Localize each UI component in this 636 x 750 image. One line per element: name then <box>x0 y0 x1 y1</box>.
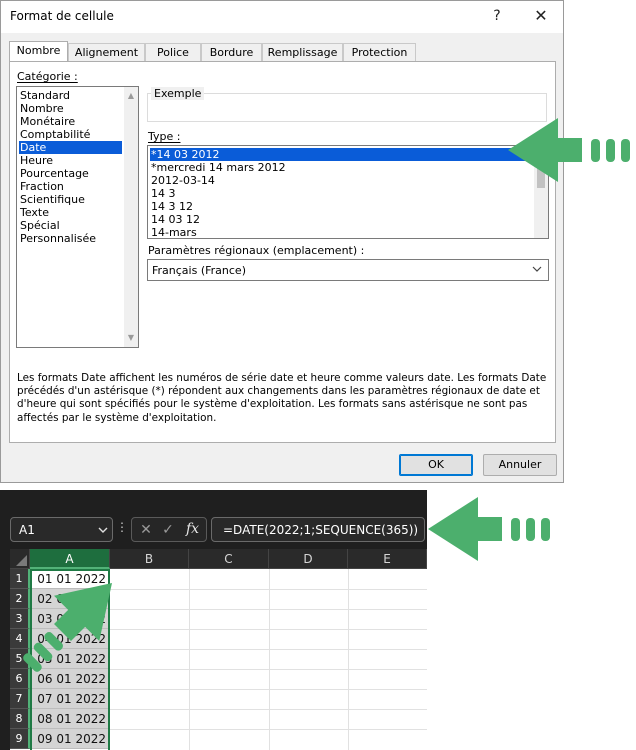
category-item[interactable]: Heure <box>19 154 122 167</box>
category-item[interactable]: Spécial <box>19 219 122 232</box>
row-header[interactable]: 8 <box>10 709 30 729</box>
type-scroll-thumb[interactable] <box>537 150 545 188</box>
name-box-value: A1 <box>19 523 35 537</box>
cell-a[interactable]: 03 01 2022 <box>30 609 109 629</box>
type-item[interactable]: *mercredi 14 mars 2012 <box>150 161 533 174</box>
tab-police[interactable]: Police <box>145 43 201 62</box>
ok-button[interactable]: OK <box>399 454 473 476</box>
locale-combobox[interactable]: Français (France) <box>147 259 549 281</box>
spreadsheet-grid: A B C D E 1 2 3 4 5 6 7 8 9 01 01 2022 0… <box>10 549 427 750</box>
dialog-title: Format de cellule <box>10 9 114 23</box>
type-listbox[interactable]: *14 03 2012 *mercredi 14 mars 2012 2012-… <box>147 145 549 239</box>
type-item[interactable]: 14-mars <box>150 226 533 238</box>
dialog-titlebar: Format de cellule ? ✕ <box>1 1 563 33</box>
type-item[interactable]: 14 3 <box>150 187 533 200</box>
type-item[interactable]: 14 03 12 <box>150 213 533 226</box>
chevron-down-icon[interactable] <box>532 262 542 276</box>
sample-groupbox <box>147 93 547 122</box>
tab-alignement[interactable]: Alignement <box>68 43 145 62</box>
row-header[interactable]: 1 <box>10 569 30 589</box>
row-header[interactable]: 6 <box>10 669 30 689</box>
type-item[interactable]: 2012-03-14 <box>150 174 533 187</box>
insert-function-icon[interactable]: fx <box>186 521 199 537</box>
column-header-d[interactable]: D <box>269 549 348 569</box>
tab-bordure[interactable]: Bordure <box>201 43 262 62</box>
confirm-entry-icon[interactable]: ✓ <box>160 522 176 538</box>
format-description: Les formats Date affichent les numéros d… <box>17 372 547 424</box>
category-label: Catégorie : <box>17 70 78 83</box>
category-item[interactable]: Personnalisée <box>19 232 122 245</box>
row-header[interactable]: 4 <box>10 629 30 649</box>
column-header-b[interactable]: B <box>110 549 189 569</box>
type-scrollbar[interactable] <box>534 146 548 238</box>
more-options-icon[interactable]: ⋮ <box>116 520 128 534</box>
cancel-entry-icon[interactable]: ✕ <box>138 522 154 538</box>
column-header-c[interactable]: C <box>189 549 269 569</box>
column-header-e[interactable]: E <box>348 549 427 569</box>
cell-a[interactable]: 04 01 2022 <box>30 629 109 649</box>
category-item[interactable]: Pourcentage <box>19 167 122 180</box>
category-item[interactable]: Monétaire <box>19 115 122 128</box>
cell-a[interactable]: 09 01 2022 <box>30 729 109 749</box>
row-header[interactable]: 5 <box>10 649 30 669</box>
category-listbox[interactable]: Standard Nombre Monétaire Comptabilité D… <box>16 86 139 348</box>
cell-a[interactable]: 07 01 2022 <box>30 689 109 709</box>
formula-bar[interactable]: =DATE(2022;1;SEQUENCE(365)) <box>211 517 425 542</box>
cell-a[interactable]: 06 01 2022 <box>30 669 109 689</box>
category-item[interactable]: Nombre <box>19 102 122 115</box>
cell-a[interactable]: 05 01 2022 <box>30 649 109 669</box>
category-item[interactable]: Fraction <box>19 180 122 193</box>
arrow-left-icon <box>428 497 550 561</box>
help-button[interactable]: ? <box>483 5 511 27</box>
tab-nombre[interactable]: Nombre <box>9 41 68 62</box>
category-item[interactable]: Texte <box>19 206 122 219</box>
category-item[interactable]: Scientifique <box>19 193 122 206</box>
type-label: Type : <box>148 130 181 143</box>
locale-value: Français (France) <box>152 264 246 277</box>
row-header[interactable]: 7 <box>10 689 30 709</box>
close-button[interactable]: ✕ <box>527 5 555 27</box>
category-scrollbar[interactable]: ▲ ▼ <box>124 87 138 347</box>
cell-a1[interactable]: 01 01 2022 <box>30 569 109 589</box>
format-cells-dialog: Format de cellule ? ✕ Nombre Alignement … <box>0 0 564 483</box>
locale-label: Paramètres régionaux (emplacement) : <box>148 244 365 257</box>
column-header-a[interactable]: A <box>30 549 110 569</box>
tab-protection[interactable]: Protection <box>343 43 416 62</box>
row-header[interactable]: 2 <box>10 589 30 609</box>
chevron-down-icon[interactable] <box>97 524 109 536</box>
scroll-down-icon[interactable]: ▼ <box>126 333 136 343</box>
type-item-selected[interactable]: *14 03 2012 <box>150 148 533 161</box>
type-item[interactable]: 14 3 12 <box>150 200 533 213</box>
category-item[interactable]: Comptabilité <box>19 128 122 141</box>
name-box[interactable]: A1 <box>10 517 113 542</box>
row-header[interactable]: 9 <box>10 729 30 749</box>
scroll-up-icon[interactable]: ▲ <box>126 91 136 101</box>
cancel-button[interactable]: Annuler <box>483 454 557 476</box>
tab-remplissage[interactable]: Remplissage <box>262 43 343 62</box>
category-item[interactable]: Standard <box>19 89 122 102</box>
sample-label: Exemple <box>151 87 205 100</box>
excel-window: A1 ⋮ ✕ ✓ fx =DATE(2022;1;SEQUENCE(365)) … <box>0 490 427 750</box>
select-all-corner[interactable] <box>10 549 30 569</box>
formula-controls: ✕ ✓ fx <box>131 517 207 542</box>
row-header[interactable]: 3 <box>10 609 30 629</box>
formula-text: =DATE(2022;1;SEQUENCE(365)) <box>223 523 419 537</box>
cell-a[interactable]: 08 01 2022 <box>30 709 109 729</box>
category-item-selected[interactable]: Date <box>19 141 122 154</box>
cell-a[interactable]: 02 01 2022 <box>30 589 109 609</box>
